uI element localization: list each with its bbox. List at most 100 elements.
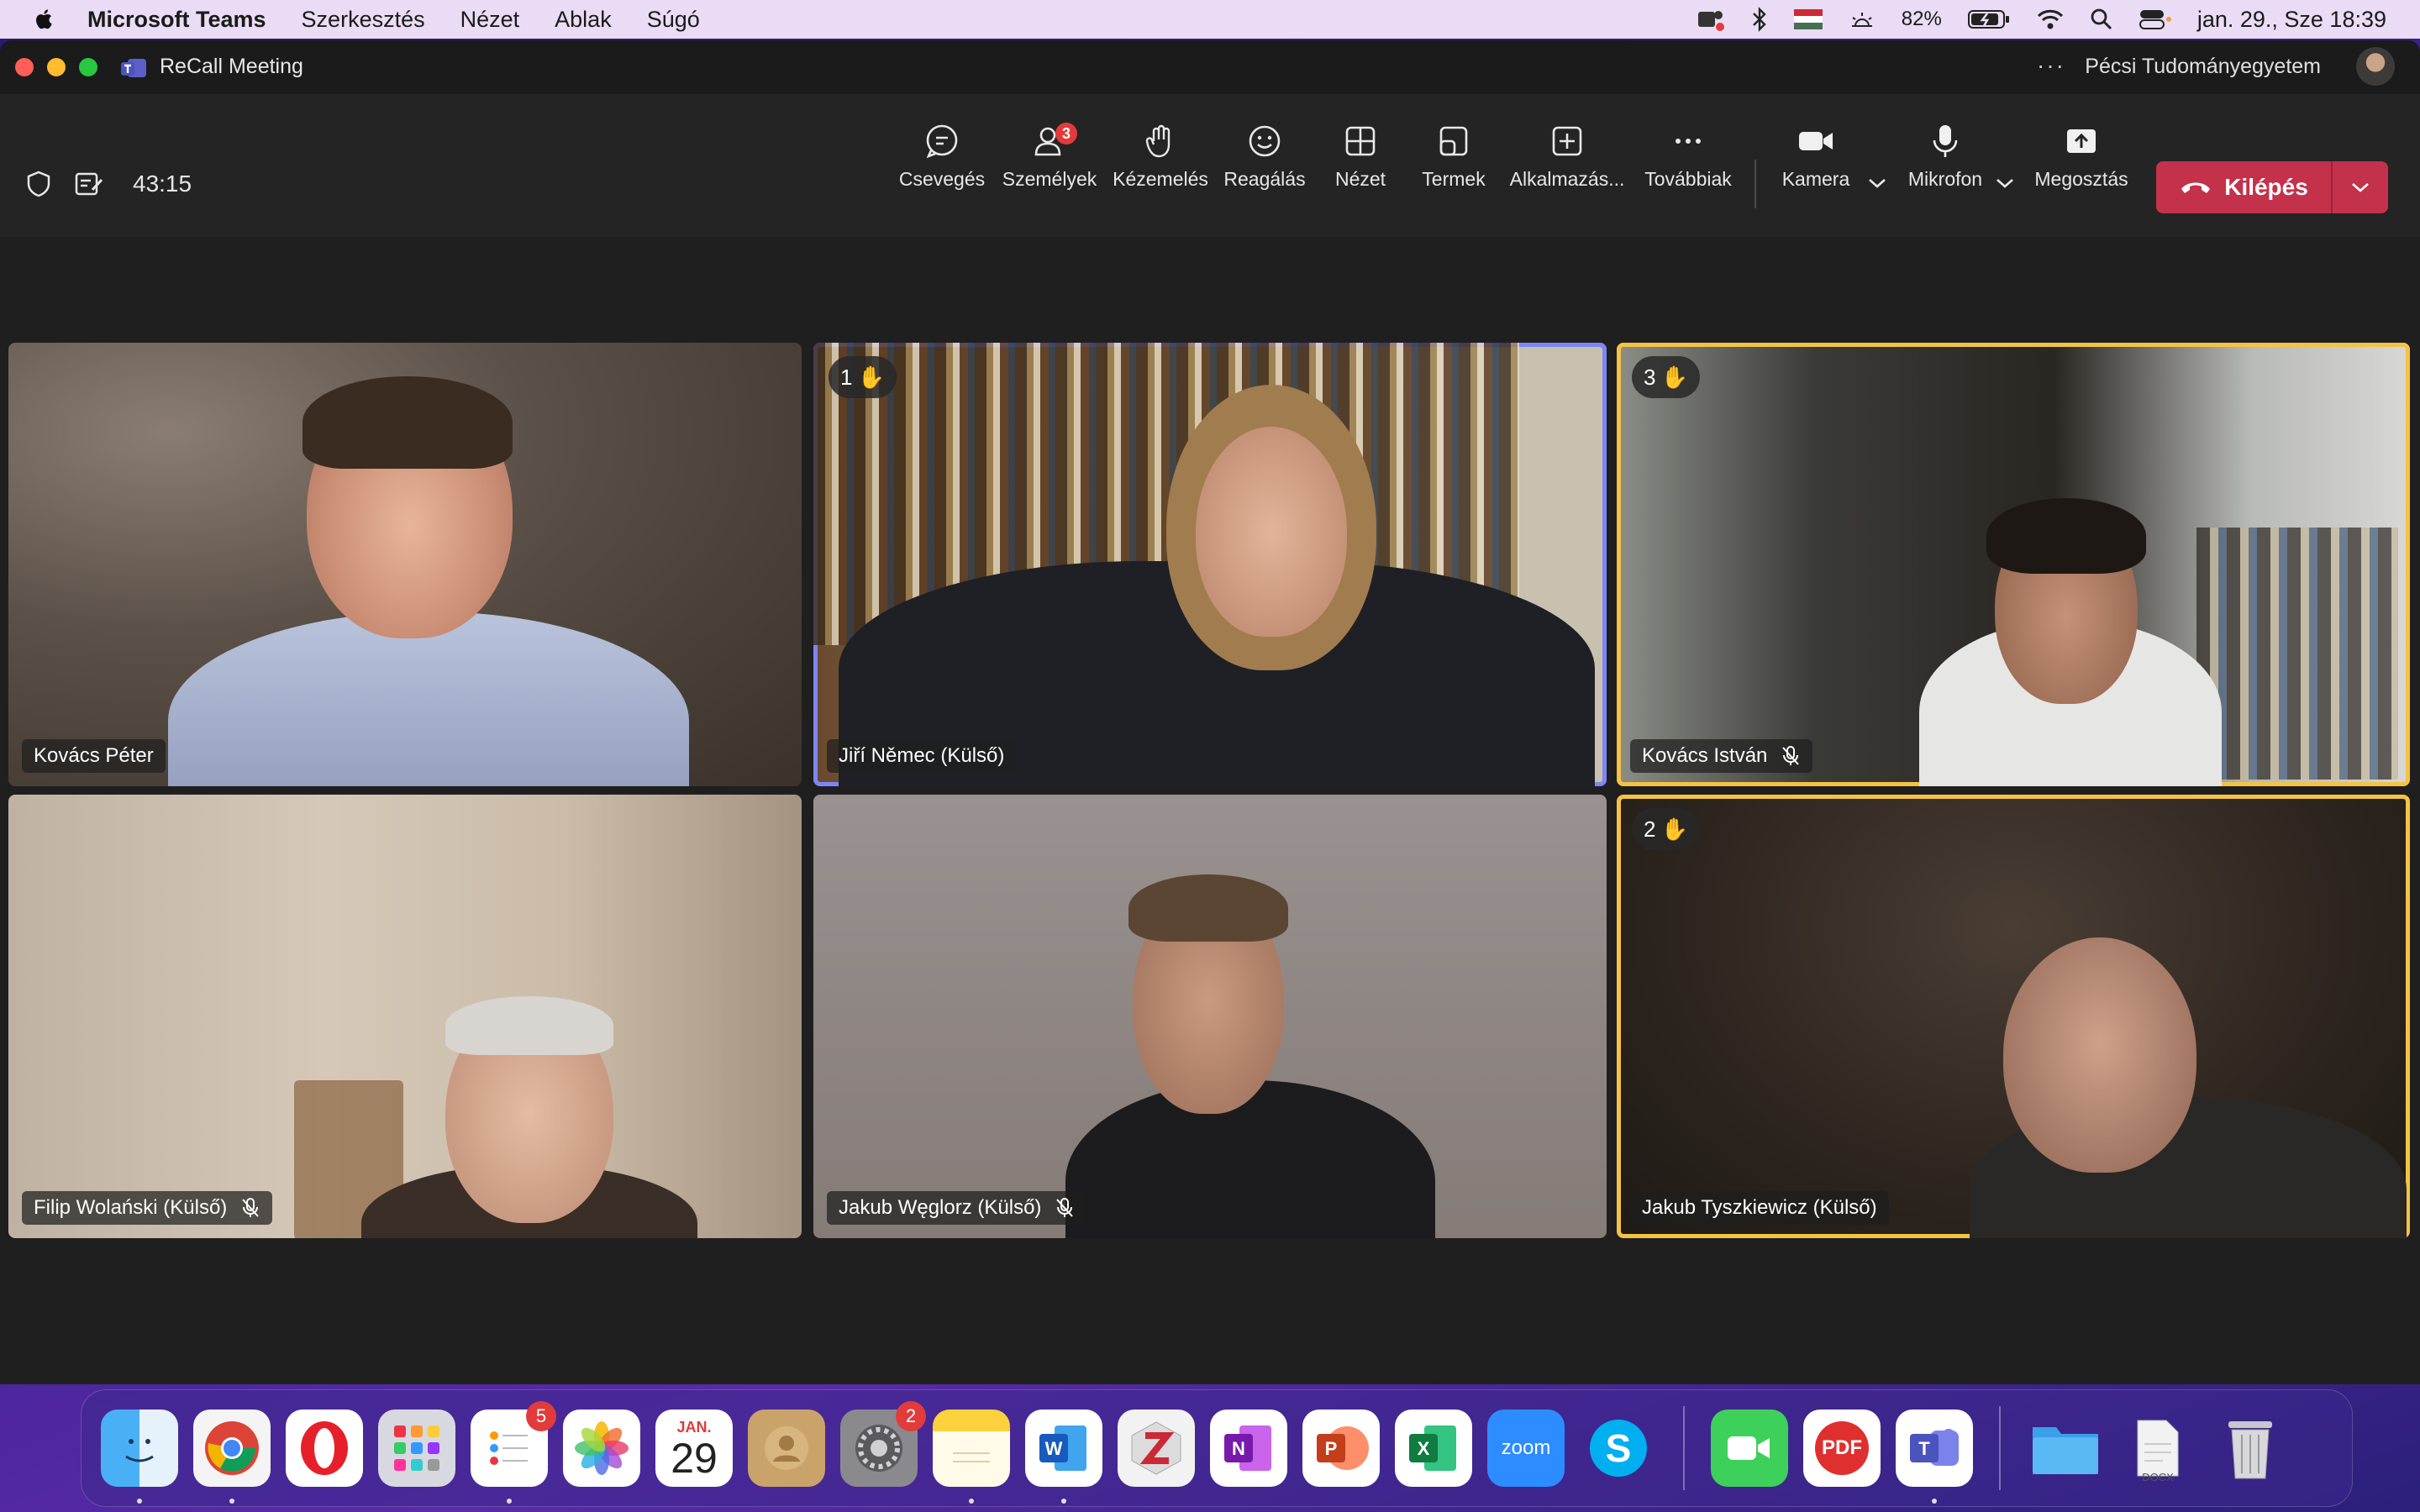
close-window-button[interactable] — [15, 58, 34, 76]
hand-order-number: 3 — [1644, 364, 1656, 390]
participant-name-tag: Jiří Němec (Külső) — [827, 739, 1017, 773]
organization-name[interactable]: Pécsi Tudományegyetem — [2085, 55, 2321, 79]
raised-hand-icon: ✋ — [857, 364, 885, 390]
dock-folder[interactable] — [2027, 1410, 2104, 1487]
dock-zotero[interactable] — [1118, 1410, 1195, 1487]
facetime-icon — [1728, 1436, 1770, 1460]
wifi-icon[interactable] — [2036, 8, 2065, 31]
dock-launchpad[interactable] — [378, 1410, 455, 1487]
share-button[interactable]: Megosztás — [2027, 111, 2136, 212]
running-indicator — [969, 1499, 974, 1504]
dock-calendar[interactable]: JAN. 29 — [655, 1410, 733, 1487]
leave-meeting-button[interactable]: Kilépés — [2156, 161, 2388, 213]
dock-word[interactable]: W — [1025, 1410, 1102, 1504]
meeting-title: ReCall Meeting — [160, 55, 303, 78]
calendar-month: JAN. — [676, 1418, 712, 1436]
chat-button[interactable]: Csevegés — [887, 111, 997, 212]
more-options-icon[interactable]: ··· — [2037, 52, 2065, 79]
document-icon — [2137, 1420, 2179, 1477]
participant-tile-raised-hand[interactable]: 2 ✋ Jakub Tyszkiewicz (Külső) — [1617, 795, 2410, 1238]
more-actions-button[interactable]: Továbbiak — [1634, 111, 1743, 212]
contacts-icon — [765, 1426, 808, 1470]
menu-view[interactable]: Nézet — [460, 7, 520, 33]
battery-icon[interactable] — [1967, 8, 2011, 30]
svg-text:N: N — [1232, 1438, 1245, 1459]
participant-tile[interactable]: Kovács Péter — [8, 343, 802, 786]
participant-tile-raised-hand[interactable]: 3 ✋ Kovács István — [1617, 343, 2410, 786]
leave-main[interactable]: Kilépés — [2156, 174, 2331, 201]
participant-name-tag: Filip Wolański (Külső) — [22, 1191, 273, 1225]
leave-options-dropdown[interactable] — [2333, 181, 2388, 194]
brightness-icon[interactable] — [1848, 9, 1876, 29]
camera-options-chevron-icon[interactable] — [1867, 176, 1887, 190]
zoom-window-button[interactable] — [79, 58, 97, 76]
pdf-label: PDF — [1822, 1436, 1862, 1459]
teams-app-icon — [121, 59, 146, 77]
participant-video — [1065, 1080, 1435, 1238]
reminders-icon — [490, 1431, 528, 1465]
participant-tile[interactable]: Filip Wolański (Külső) — [8, 795, 802, 1238]
teams-status-icon[interactable] — [1697, 7, 1725, 32]
teams-icon: T — [1910, 1429, 1959, 1466]
docx-label: DOCX — [2142, 1471, 2174, 1483]
toolbar-separator — [1754, 160, 1756, 208]
hungarian-flag-icon[interactable] — [1793, 9, 1823, 29]
dock-skype[interactable]: S — [1580, 1410, 1657, 1487]
microphone-button[interactable]: Mikrofon — [1891, 111, 2000, 212]
dock-system-settings[interactable]: 2 — [840, 1401, 926, 1487]
participant-name: Kovács Péter — [34, 744, 154, 767]
participant-face — [1196, 427, 1347, 637]
microphone-options-chevron-icon[interactable] — [1995, 176, 2015, 190]
raised-hand-badge: 2 ✋ — [1632, 808, 1700, 850]
calendar-day: 29 — [671, 1434, 718, 1482]
spotlight-search-icon[interactable] — [2090, 8, 2113, 31]
dock-notes[interactable] — [933, 1410, 1010, 1504]
raise-hand-button[interactable]: Kézemelés — [1106, 111, 1215, 212]
meeting-notes-icon[interactable] — [74, 170, 104, 198]
participant-tile[interactable]: Jakub Węglorz (Külső) — [813, 795, 1607, 1238]
rooms-icon — [1439, 126, 1468, 156]
participant-face — [2003, 937, 2196, 1173]
powerpoint-icon: P — [1317, 1426, 1369, 1470]
menu-help[interactable]: Súgó — [647, 7, 700, 33]
menu-window[interactable]: Ablak — [555, 7, 612, 33]
dock-opera[interactable] — [286, 1410, 363, 1487]
menubar-clock[interactable]: jan. 29., Sze 18:39 — [2197, 7, 2386, 33]
dock-powerpoint[interactable]: P — [1302, 1410, 1380, 1487]
dock-pdf-expert[interactable]: PDF — [1803, 1410, 1881, 1487]
raised-hand-badge: 1 ✋ — [829, 356, 897, 398]
dock-excel[interactable]: X — [1395, 1410, 1472, 1487]
dock-trash[interactable] — [2212, 1410, 2289, 1487]
apps-button[interactable]: Alkalmazás... — [1510, 111, 1624, 212]
dock-facetime[interactable] — [1711, 1410, 1788, 1487]
menu-app-name[interactable]: Microsoft Teams — [87, 7, 266, 33]
menu-edit[interactable]: Szerkesztés — [302, 7, 425, 33]
apple-logo-icon[interactable] — [32, 7, 57, 32]
camera-button[interactable]: Kamera — [1761, 111, 1870, 212]
bluetooth-icon[interactable] — [1750, 7, 1769, 32]
user-avatar[interactable] — [2356, 47, 2395, 86]
raised-hand-icon: ✋ — [1660, 816, 1688, 842]
dock-docx-file[interactable]: DOCX — [2119, 1410, 2196, 1487]
dock-zoom[interactable]: zoom — [1487, 1410, 1565, 1487]
dock-teams[interactable]: T — [1896, 1410, 1973, 1504]
dock-onenote[interactable]: N — [1210, 1410, 1287, 1487]
control-center-icon[interactable] — [2139, 8, 2172, 31]
dock-chrome[interactable] — [193, 1410, 271, 1504]
react-button[interactable]: Reagálás — [1210, 111, 1319, 212]
participant-tile-active-speaker[interactable]: 1 ✋ Jiří Němec (Külső) — [813, 343, 1607, 786]
photos-icon — [575, 1421, 629, 1475]
raised-hand-badge: 3 ✋ — [1632, 356, 1700, 398]
dock-reminders[interactable]: 5 — [471, 1401, 556, 1504]
minimize-window-button[interactable] — [47, 58, 66, 76]
dock-photos[interactable] — [563, 1410, 640, 1487]
excel-icon: X — [1409, 1425, 1456, 1471]
shield-icon[interactable] — [25, 170, 52, 198]
dock-contacts[interactable] — [748, 1410, 825, 1487]
muted-microphone-icon — [242, 1198, 260, 1217]
dock-finder[interactable] — [101, 1410, 178, 1504]
participant-name-tag: Jakub Tyszkiewicz (Külső) — [1630, 1191, 1889, 1225]
people-button[interactable]: 3 Személyek — [995, 111, 1104, 212]
more-icon — [1676, 139, 1701, 144]
rooms-button[interactable]: Termek — [1399, 111, 1508, 212]
